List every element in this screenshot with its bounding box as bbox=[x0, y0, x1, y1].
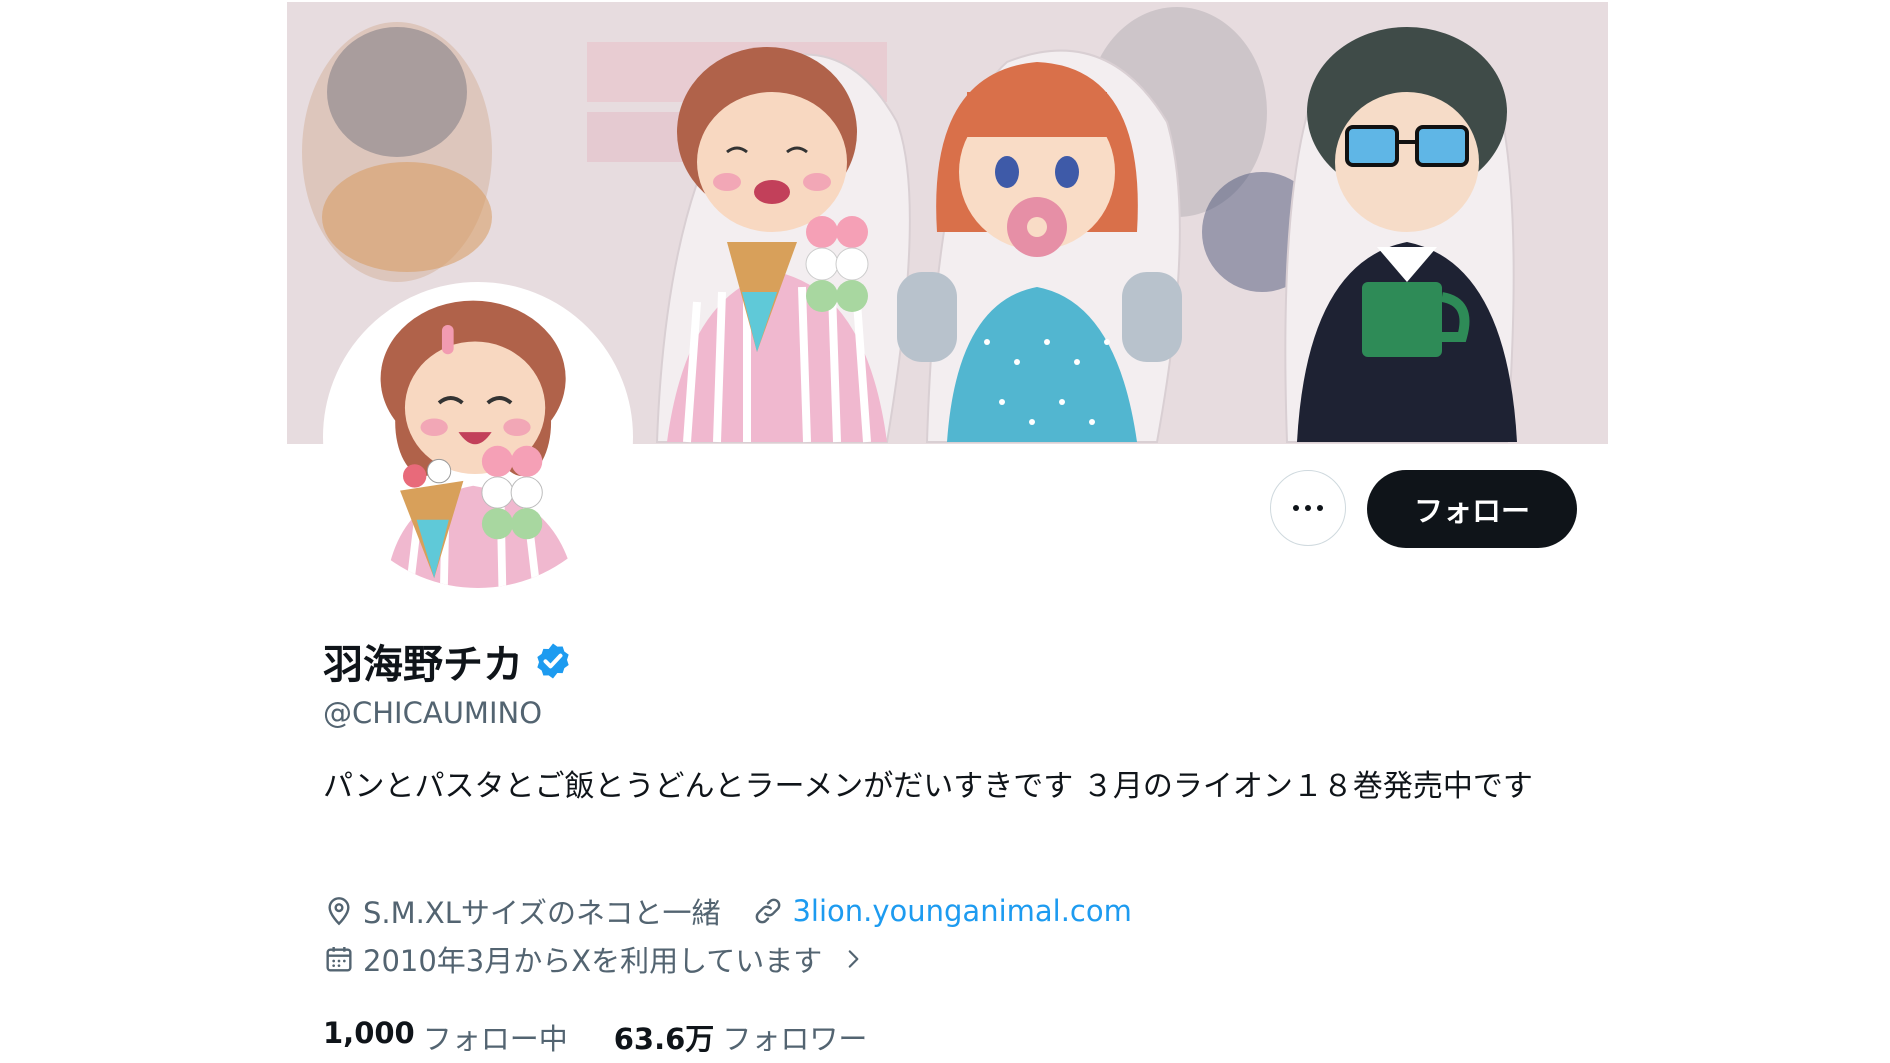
follow-stats: 1,000 フォロー中 63.6万 フォロワー bbox=[323, 1016, 913, 1058]
user-handle: @CHICAUMINO bbox=[323, 696, 543, 730]
verified-badge-icon[interactable] bbox=[533, 641, 573, 681]
more-horizontal-icon bbox=[1293, 505, 1323, 511]
profile-meta-row: 2010年3月からXを利用しています bbox=[323, 938, 898, 980]
website-link[interactable]: 3lion.younganimal.com bbox=[792, 894, 1131, 928]
followers-count: 63.6万 bbox=[613, 1022, 715, 1056]
profile-avatar[interactable] bbox=[323, 282, 633, 592]
joined-text: 2010年3月からXを利用しています bbox=[363, 944, 823, 978]
location-item: S.M.XLサイズのネコと一緒 bbox=[323, 890, 720, 932]
website-item: 3lion.younganimal.com bbox=[752, 894, 1132, 928]
location-pin-icon bbox=[328, 897, 350, 926]
follow-button[interactable]: フォロー bbox=[1367, 470, 1577, 548]
profile-header: フォロー 羽海野チカ @CHICAUMINO パンとパスタとご飯とうどんとラーメ… bbox=[287, 0, 1608, 1063]
calendar-icon bbox=[326, 947, 352, 972]
chevron-right-icon bbox=[848, 950, 859, 968]
location-text: S.M.XLサイズのネコと一緒 bbox=[363, 896, 721, 930]
followers-label: フォロワー bbox=[722, 1022, 868, 1056]
avatar-illustration bbox=[327, 286, 629, 588]
following-stat[interactable]: 1,000 フォロー中 bbox=[323, 1016, 568, 1058]
followers-stat[interactable]: 63.6万 フォロワー bbox=[614, 1016, 868, 1058]
display-name: 羽海野チカ bbox=[323, 642, 523, 688]
profile-bio: パンとパスタとご飯とうどんとラーメンがだいすきです ３月のライオン１８巻発売中で… bbox=[323, 769, 1533, 804]
link-icon bbox=[756, 898, 781, 924]
following-label: フォロー中 bbox=[422, 1022, 568, 1056]
joined-item[interactable]: 2010年3月からXを利用しています bbox=[323, 938, 866, 980]
following-count: 1,000 bbox=[323, 1016, 415, 1050]
profile-meta-row: S.M.XLサイズのネコと一緒 3lion.younganimal.com bbox=[323, 890, 1164, 932]
more-options-button[interactable] bbox=[1270, 470, 1346, 546]
name-row: 羽海野チカ bbox=[323, 632, 573, 690]
